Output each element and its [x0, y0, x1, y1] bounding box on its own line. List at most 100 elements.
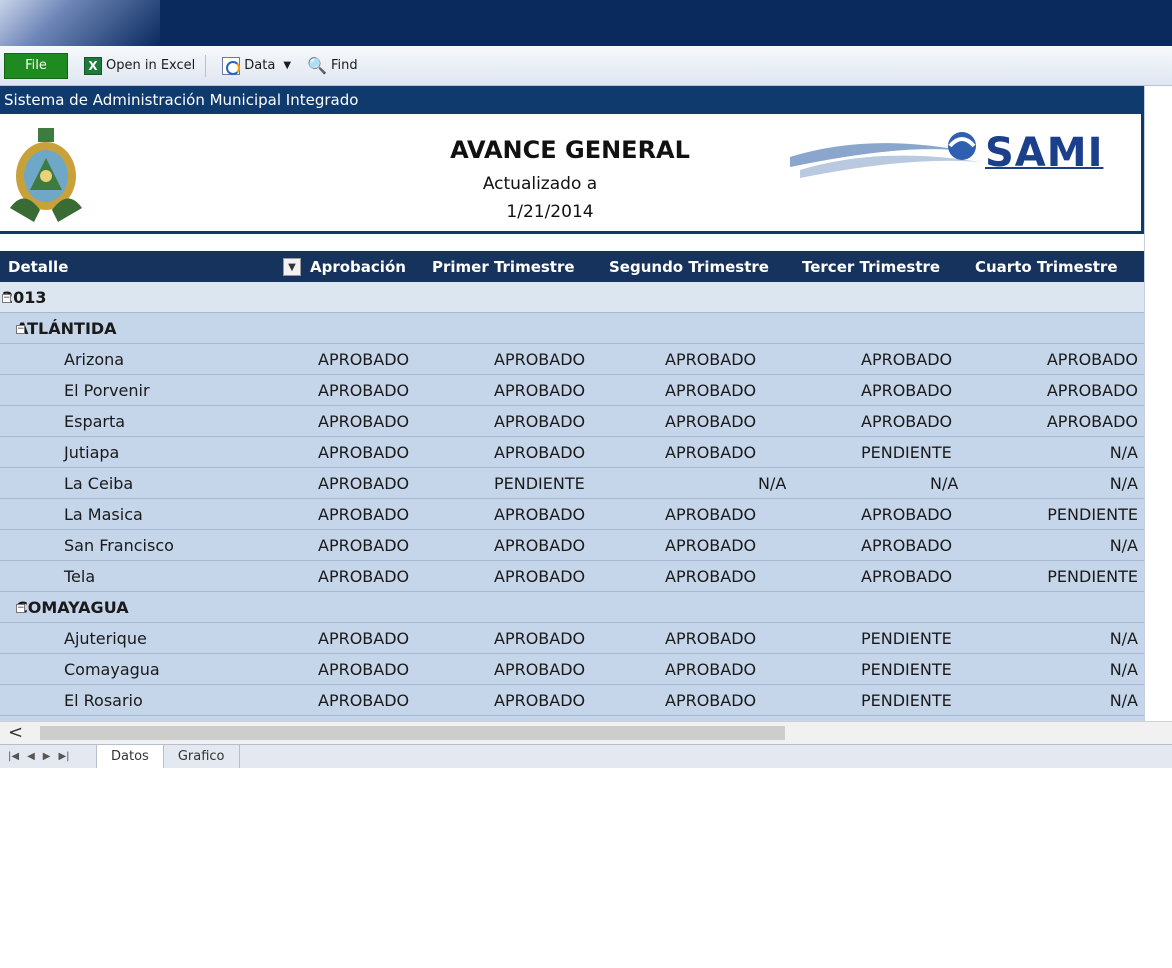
last-sheet-icon[interactable]: ▶| — [58, 751, 69, 762]
status-cell: APROBADO — [318, 629, 410, 648]
col-header-aprobacion: Aprobación — [310, 258, 406, 276]
table-row: Tela APROBADO APROBADO APROBADO APROBADO PEND… — [0, 561, 1144, 592]
status-cell: N/A — [1109, 660, 1138, 679]
status-cell: APROBADO — [494, 381, 586, 400]
file-button[interactable]: File — [4, 52, 68, 79]
app-titlebar — [0, 0, 1172, 46]
municipality-name: El Rosario — [64, 691, 143, 710]
table-row: Comayagua APROBADO APROBADO APROBADO PENDIEN… — [0, 654, 1144, 685]
system-name-band: Sistema de Administración Municipal Inte… — [0, 86, 1144, 114]
status-cell: APROBADO — [1046, 381, 1138, 400]
find-label: Find — [330, 58, 358, 73]
next-sheet-icon[interactable]: ▶ — [43, 751, 51, 762]
year-row: −2013 — [0, 282, 1144, 313]
collapse-icon[interactable]: − — [16, 604, 25, 613]
status-cell: N/A — [1109, 474, 1138, 493]
table-row: El Porvenir APROBADO APROBADO APROBADO APROB… — [0, 375, 1144, 406]
filter-dropdown-icon[interactable]: ▼ — [283, 258, 301, 276]
open-in-excel-label: Open in Excel — [106, 58, 196, 73]
table-row: El Rosario APROBADO APROBADO APROBADO PENDIE… — [0, 685, 1144, 716]
status-cell: APROBADO — [665, 381, 757, 400]
status-cell: PENDIENTE — [861, 443, 952, 462]
status-cell: APROBADO — [665, 443, 757, 462]
tab-grafico[interactable]: Grafico — [164, 745, 240, 768]
prev-sheet-icon[interactable]: ◀ — [27, 751, 35, 762]
department-row: − ATLÁNTIDA — [0, 313, 1144, 344]
status-cell: APROBADO — [318, 412, 410, 431]
horizontal-scrollbar[interactable]: < — [0, 721, 1172, 744]
municipality-name: Comayagua — [64, 660, 160, 679]
status-cell: N/A — [758, 474, 787, 493]
report-header: AVANCE GENERAL Actualizado a 1/21/2014 S… — [0, 114, 1144, 234]
status-cell: APROBADO — [318, 381, 410, 400]
status-cell: PENDIENTE — [861, 660, 952, 679]
municipality-name: San Francisco — [64, 536, 174, 555]
status-cell: N/A — [930, 474, 959, 493]
pivot-table: Detalle ▼ Aprobación Primer Trimestre Se… — [0, 251, 1144, 721]
municipality-name: Arizona — [64, 350, 125, 369]
status-cell: APROBADO — [318, 474, 410, 493]
pivot-header-row: Detalle ▼ Aprobación Primer Trimestre Se… — [0, 251, 1144, 282]
find-button[interactable]: 🔍 Find — [307, 53, 358, 79]
col-header-primer: Primer Trimestre — [432, 258, 575, 276]
municipality-name: La Masica — [64, 505, 143, 524]
status-cell: APROBADO — [318, 536, 410, 555]
status-cell: APROBADO — [861, 536, 953, 555]
status-cell: APROBADO — [494, 691, 586, 710]
first-sheet-icon[interactable]: |◀ — [8, 751, 19, 762]
report-date: 1/21/2014 — [506, 202, 594, 222]
table-row: La Masica APROBADO APROBADO APROBADO APROBAD… — [0, 499, 1144, 530]
table-row: Esparta APROBADO APROBADO APROBADO APROBADO A… — [0, 406, 1144, 437]
status-cell: APROBADO — [665, 350, 757, 369]
table-row: Jutiapa APROBADO APROBADO APROBADO PENDIENTE… — [0, 437, 1144, 468]
status-cell: APROBADO — [665, 691, 757, 710]
status-cell: APROBADO — [665, 536, 757, 555]
status-cell: APROBADO — [494, 567, 586, 586]
status-cell: APROBADO — [861, 350, 953, 369]
department-label-wrap: − ATLÁNTIDA — [16, 319, 117, 338]
sheet-tabs-bar: |◀ ◀ ▶ ▶| Datos Grafico — [0, 744, 1172, 768]
status-cell: APROBADO — [318, 567, 410, 586]
scroll-thumb[interactable] — [40, 726, 785, 740]
status-cell: APROBADO — [318, 350, 410, 369]
status-cell: APROBADO — [318, 691, 410, 710]
excel-icon: X — [84, 56, 102, 75]
sami-logo-text: SAMI — [985, 130, 1104, 176]
municipality-name: Esparta — [64, 412, 126, 431]
pivot-body: −2013 − ATLÁNTIDA Arizona APROBADO APROBADO AP… — [0, 282, 1144, 721]
status-cell: PENDIENTE — [861, 629, 952, 648]
status-cell: APROBADO — [494, 505, 586, 524]
status-cell: APROBADO — [494, 629, 586, 648]
blank-area — [0, 768, 1172, 968]
year-label-wrap: −2013 — [2, 288, 47, 307]
col-header-tercer: Tercer Trimestre — [802, 258, 941, 276]
status-cell: N/A — [1109, 443, 1138, 462]
report-subtitle: Actualizado a — [482, 174, 598, 194]
status-cell: PENDIENTE — [861, 691, 952, 710]
ribbon-toolbar: File X Open in Excel Data ▼ 🔍 Find — [0, 46, 1172, 86]
status-cell: APROBADO — [665, 412, 757, 431]
coat-of-arms-emblem — [10, 128, 82, 222]
status-cell: APROBADO — [318, 660, 410, 679]
status-cell: APROBADO — [665, 505, 757, 524]
data-menu-button[interactable]: Data ▼ — [222, 53, 291, 79]
col-header-cuarto: Cuarto Trimestre — [975, 258, 1118, 276]
status-cell: APROBADO — [494, 660, 586, 679]
collapse-icon[interactable]: − — [16, 325, 25, 334]
status-cell: APROBADO — [1046, 350, 1138, 369]
scroll-left-icon[interactable]: < — [8, 722, 23, 743]
status-cell: APROBADO — [494, 412, 586, 431]
status-cell: APROBADO — [318, 505, 410, 524]
status-cell: APROBADO — [494, 443, 586, 462]
open-in-excel-button[interactable]: X Open in Excel — [84, 53, 195, 79]
status-cell: APROBADO — [861, 381, 953, 400]
status-cell: APROBADO — [494, 536, 586, 555]
status-cell: APROBADO — [861, 412, 953, 431]
tab-datos[interactable]: Datos — [96, 745, 164, 768]
ribbon-separator — [205, 54, 207, 77]
col-header-segundo: Segundo Trimestre — [609, 258, 769, 276]
department-label: COMAYAGUA — [16, 598, 129, 617]
collapse-icon[interactable]: − — [2, 294, 11, 303]
col-header-detalle: Detalle — [8, 258, 69, 276]
status-cell: N/A — [1109, 536, 1138, 555]
